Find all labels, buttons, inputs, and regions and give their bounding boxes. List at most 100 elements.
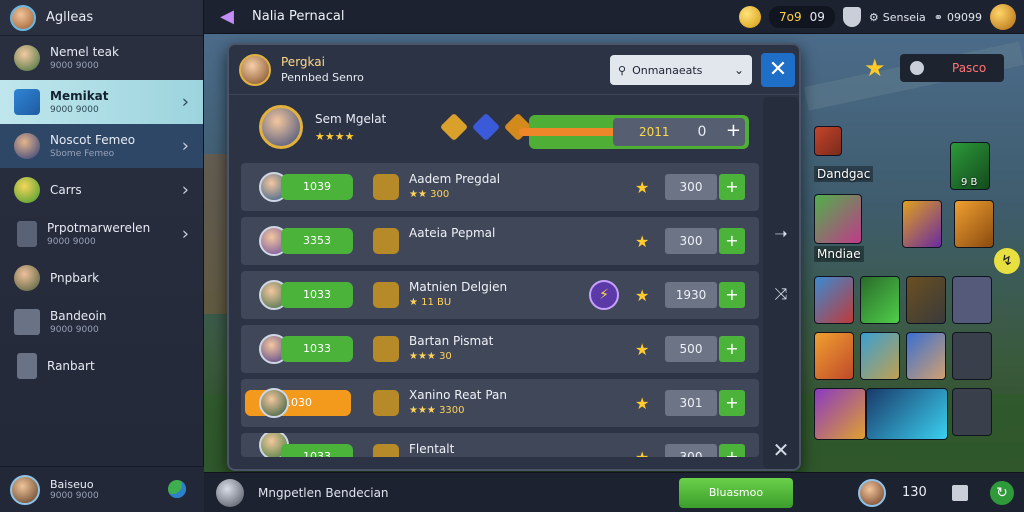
hero-avatar — [259, 388, 289, 418]
lightning-icon[interactable]: ⚡ — [589, 280, 619, 310]
refresh-icon[interactable]: ↻ — [990, 481, 1014, 505]
item-card[interactable] — [814, 276, 854, 324]
info-icon[interactable]: ↯ — [994, 248, 1020, 274]
status-a[interactable]: ⚙ Senseia — [869, 11, 926, 24]
hero-portrait-icon — [239, 53, 271, 86]
progress-count: 0 — [697, 124, 707, 140]
coin-count: 7o9 — [778, 10, 802, 24]
item-card[interactable] — [902, 200, 942, 248]
hero-stat: ★★★ 3300 — [409, 405, 465, 416]
footer-label: Baiseuo — [50, 478, 94, 491]
item-card[interactable] — [954, 200, 994, 248]
list-item[interactable]: 1030 Xanino Reat Pan ★★★ 3300 ★ 301 + — [241, 379, 759, 427]
user-avatar[interactable] — [216, 478, 244, 507]
list-item[interactable]: 1033 Matnien Delgien ★ 11 BU ⚡ ★ 1930 + — [241, 271, 759, 319]
list-item[interactable]: 1039 Aadem Pregdal ★★ 300 ★ 300 + — [241, 163, 759, 211]
sidebar-item-3[interactable]: Carrs › — [0, 168, 203, 212]
panel-label-b: Mndiae — [814, 246, 864, 262]
profile-avatar-icon[interactable] — [10, 4, 36, 31]
hero-avatar[interactable] — [858, 479, 886, 507]
dialog-title: Pergkai — [281, 55, 325, 69]
filter-dropdown[interactable]: ⚲ Onmanaeats ⌄ — [610, 55, 752, 85]
locked-slot[interactable] — [952, 388, 992, 436]
locked-slot[interactable] — [952, 276, 992, 324]
bookmark-icon[interactable] — [952, 485, 968, 501]
item-card[interactable] — [866, 388, 948, 440]
crest-icon — [373, 228, 399, 254]
sidebar-item-7[interactable]: Ranbart — [0, 344, 203, 388]
sidebar-item-0[interactable]: Nemel teak 9000 9000 — [0, 36, 203, 80]
close-icon[interactable]: ✕ — [770, 439, 792, 461]
sidebar-item-label: Bandeoin — [50, 309, 107, 323]
sidebar-item-1[interactable]: Memikat 9000 9000 › — [0, 80, 203, 124]
progress-bar: 2011 0 + — [519, 115, 749, 149]
footer-sub: 9000 9000 — [50, 491, 99, 501]
item-card[interactable] — [906, 332, 946, 380]
add-button[interactable]: + — [719, 282, 745, 308]
right-panel: ★ Pasco Dandgac 9 B Mndiae ↯ — [804, 34, 1024, 472]
shuffle-icon[interactable]: ⤨ — [770, 283, 792, 305]
star-icon: ★ — [635, 394, 650, 413]
star-icon: ★ — [635, 448, 649, 457]
list-item[interactable]: 3353 Aateia Pepmal ★ 300 + — [241, 217, 759, 265]
hero-name: Matnien Delgien — [409, 280, 508, 294]
sidebar-item-sub: 9000 9000 — [50, 325, 99, 335]
add-button[interactable]: + — [719, 444, 745, 457]
sidebar-item-sub: 9000 9000 — [50, 105, 99, 115]
sidebar-item-2[interactable]: Noscot Femeo Sbome Femeo › — [0, 124, 203, 168]
chevron-right-icon: › — [181, 135, 189, 157]
add-button[interactable]: + — [719, 174, 745, 200]
currency-display[interactable]: 7o9 09 — [768, 6, 835, 28]
crest-icon — [373, 336, 399, 362]
sidebar: Aglleas Nemel teak 9000 9000 Memikat 9000 … — [0, 0, 204, 512]
quantity-value: 300 — [665, 174, 717, 200]
add-button[interactable]: + — [719, 228, 745, 254]
sidebar-item-5[interactable]: Pnpbark — [0, 256, 203, 300]
gold-gem-icon — [440, 112, 469, 142]
crest-icon — [373, 390, 399, 416]
confirm-button[interactable]: Bluasmoo — [679, 478, 793, 508]
close-button[interactable]: ✕ — [761, 53, 795, 87]
item-card[interactable] — [906, 276, 946, 324]
item-card[interactable] — [814, 126, 842, 156]
dropdown-label: Onmanaeats — [632, 63, 703, 77]
arrow-right-icon[interactable]: ➝ — [770, 223, 792, 245]
star-icon: ★ — [635, 340, 650, 359]
item-card[interactable] — [814, 388, 866, 440]
sidebar-item-label: Ranbart — [47, 359, 95, 373]
quantity-value: 300 — [665, 228, 717, 254]
apple-icon[interactable] — [168, 480, 186, 498]
gold-menu-icon[interactable] — [990, 4, 1016, 30]
badge-pill[interactable]: Pasco — [900, 54, 1004, 82]
user-avatar[interactable] — [10, 474, 40, 505]
location-pin-icon — [910, 61, 924, 75]
list-item[interactable]: 1033 Flentalt ★ 300 + — [241, 433, 759, 457]
shield-icon — [14, 89, 40, 115]
quantity-value: 1930 — [665, 282, 717, 308]
panel-label-a: Dandgac — [814, 166, 874, 182]
item-card[interactable] — [860, 276, 900, 324]
status-b[interactable]: ⚭ 09099 — [934, 11, 982, 24]
chevron-right-icon: › — [181, 223, 189, 245]
card-caption: 9 B — [961, 177, 978, 188]
item-card[interactable] — [860, 332, 900, 380]
hero-name: Aateia Pepmal — [409, 226, 496, 240]
add-button[interactable]: + — [719, 336, 745, 362]
badge-value: Pasco — [952, 61, 987, 75]
back-button[interactable]: ◀ — [216, 6, 238, 28]
item-card[interactable] — [814, 332, 854, 380]
status-b-label: 09099 — [947, 10, 982, 24]
hero-stat: ★★ 300 — [409, 189, 450, 200]
crest-icon — [373, 444, 399, 457]
add-button[interactable]: + — [719, 390, 745, 416]
sidebar-item-4[interactable]: Prpotmarwerelen 9000 9000 › — [0, 212, 203, 256]
shield-icon[interactable] — [842, 7, 861, 27]
add-button[interactable]: + — [726, 120, 741, 141]
sidebar-item-label: Prpotmarwerelen — [47, 221, 151, 235]
status-a-label: Senseia — [882, 10, 926, 24]
hero-name: Aadem Pregdal — [409, 172, 501, 186]
sidebar-item-6[interactable]: Bandeoin 9000 9000 — [0, 300, 203, 344]
list-item[interactable]: 1033 Bartan Pismat ★★★ 30 ★ 500 + — [241, 325, 759, 373]
item-card[interactable] — [814, 194, 862, 244]
locked-slot[interactable] — [952, 332, 992, 380]
